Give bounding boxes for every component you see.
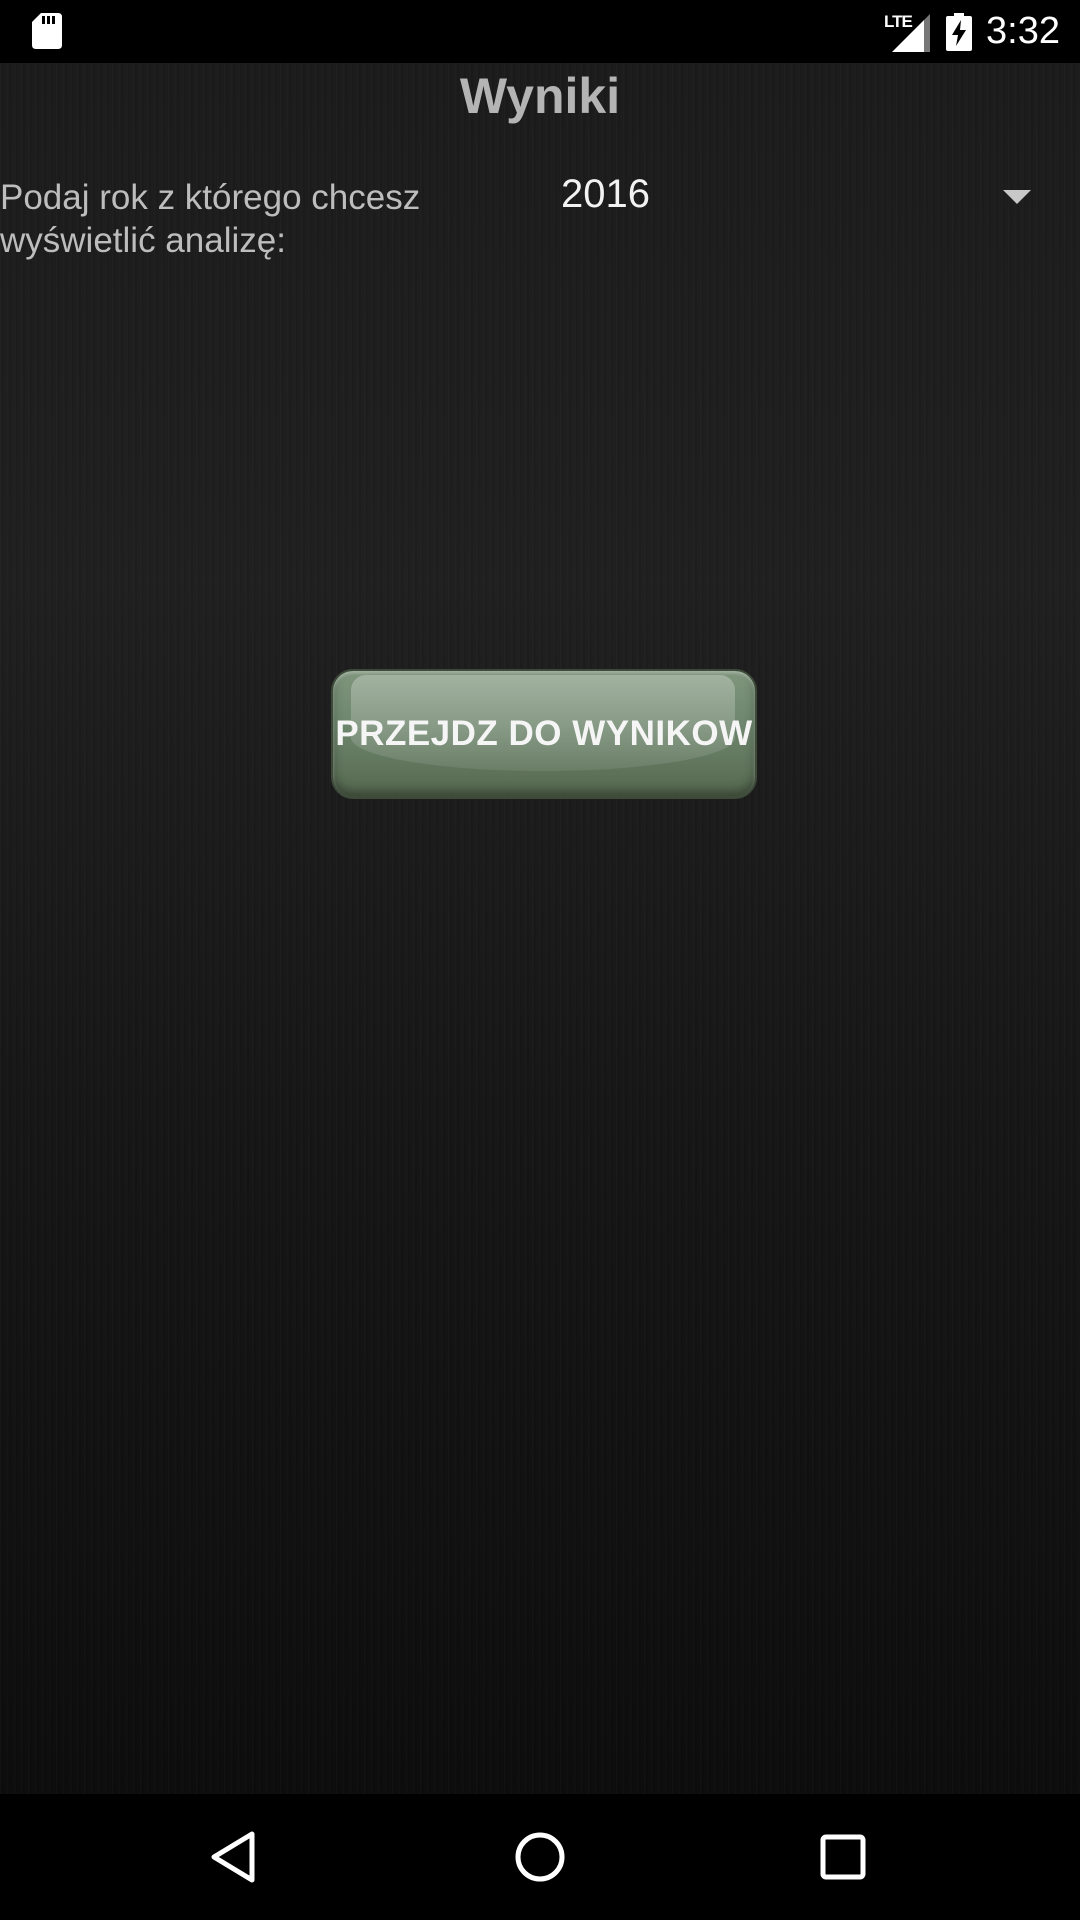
status-bar: LTE 3:32: [0, 0, 1080, 63]
go-to-results-button[interactable]: PRZEJDZ DO WYNIKOW: [331, 669, 757, 799]
clock: 3:32: [986, 10, 1060, 52]
lte-signal-icon: LTE: [884, 12, 932, 52]
year-prompt-label: Podaj rok z którego chcesz wyświetlić an…: [0, 178, 421, 260]
sd-card-icon: [32, 13, 62, 49]
navigation-bar: [0, 1794, 1080, 1920]
go-to-results-label: PRZEJDZ DO WYNIKOW: [335, 714, 753, 753]
year-spinner-value: 2016: [561, 172, 650, 216]
main-content: Wyniki Podaj rok z którego chcesz wyświe…: [0, 63, 1080, 1794]
app-screen: LTE 3:32 Wyniki Podaj rok z którego chce…: [0, 0, 1080, 1920]
home-icon[interactable]: [505, 1822, 575, 1892]
page-title: Wyniki: [459, 68, 621, 124]
year-spinner[interactable]: 2016: [545, 166, 1045, 236]
recents-icon[interactable]: [808, 1822, 878, 1892]
battery-charging-icon: [946, 12, 973, 51]
back-icon[interactable]: [200, 1822, 270, 1892]
dropdown-arrow-icon: [1003, 190, 1031, 204]
